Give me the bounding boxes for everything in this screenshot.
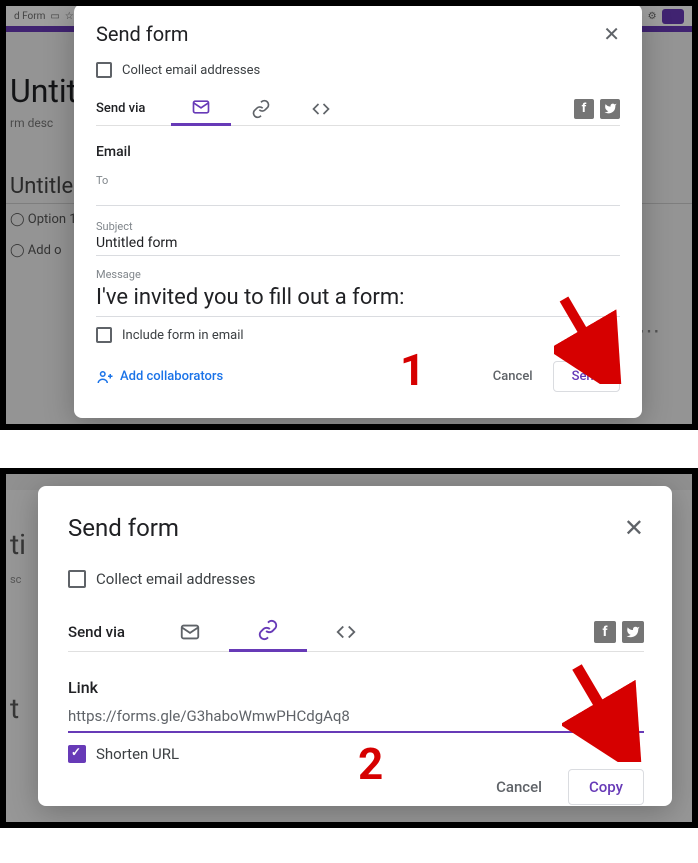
cancel-button[interactable]: Cancel: [479, 361, 547, 392]
twitter-icon: [604, 102, 617, 115]
tab-email[interactable]: [171, 92, 231, 126]
send-button[interactable]: Send: [553, 361, 620, 392]
email-section-label: Email: [96, 144, 620, 160]
tab-embed[interactable]: [307, 612, 385, 652]
mail-icon: [191, 97, 211, 117]
add-collaborators-button[interactable]: Add collaborators: [96, 368, 223, 386]
twitter-share-button[interactable]: [600, 99, 620, 119]
dialog-title: Send form: [68, 514, 179, 542]
subject-field[interactable]: Subject Untitled form: [96, 220, 620, 256]
send-form-dialog-link: Send form ✕ Collect email addresses Send…: [38, 486, 672, 806]
cancel-button[interactable]: Cancel: [480, 770, 558, 804]
tab-email[interactable]: [151, 612, 229, 652]
annotation-number-2: 2: [358, 738, 383, 790]
link-icon: [257, 619, 279, 641]
embed-icon: [311, 99, 331, 119]
tab-link[interactable]: [229, 612, 307, 652]
shorten-url-checkbox[interactable]: [68, 745, 86, 763]
facebook-share-button[interactable]: f: [594, 621, 616, 643]
collect-email-checkbox[interactable]: [96, 62, 112, 78]
include-form-label: Include form in email: [122, 328, 244, 343]
send-via-label: Send via: [96, 101, 145, 116]
twitter-icon: [626, 625, 640, 639]
twitter-share-button[interactable]: [622, 621, 644, 643]
message-label: Message: [96, 268, 620, 281]
tab-embed[interactable]: [291, 92, 351, 126]
facebook-share-button[interactable]: f: [574, 99, 594, 119]
close-icon[interactable]: ✕: [603, 24, 620, 44]
mail-icon: [179, 621, 201, 643]
link-field[interactable]: https://forms.gle/G3haboWmwPHCdgAq8: [68, 697, 644, 733]
collect-email-label: Collect email addresses: [96, 570, 256, 588]
collect-email-label: Collect email addresses: [122, 63, 260, 78]
annotation-number-1: 1: [400, 344, 425, 396]
to-field[interactable]: To: [96, 174, 620, 206]
screenshot-1: d Form ▭ ☆ All changes saved in Drive ◯ …: [0, 0, 698, 430]
send-via-label: Send via: [68, 623, 125, 641]
embed-icon: [335, 621, 357, 643]
screenshot-2: ti sc t Send form ✕ Collect email addres…: [0, 468, 698, 828]
link-section-label: Link: [68, 678, 644, 697]
message-field[interactable]: I've invited you to fill out a form:: [96, 281, 620, 317]
shorten-url-label: Shorten URL: [96, 745, 179, 763]
send-form-dialog-email: Send form ✕ Collect email addresses Send…: [74, 4, 642, 418]
add-person-icon: [96, 368, 114, 386]
copy-button[interactable]: Copy: [568, 769, 644, 805]
close-icon[interactable]: ✕: [624, 516, 644, 540]
tab-link[interactable]: [231, 92, 291, 126]
include-form-checkbox[interactable]: [96, 327, 112, 343]
link-icon: [251, 99, 271, 119]
collect-email-checkbox[interactable]: [68, 570, 86, 588]
dialog-title: Send form: [96, 22, 188, 46]
